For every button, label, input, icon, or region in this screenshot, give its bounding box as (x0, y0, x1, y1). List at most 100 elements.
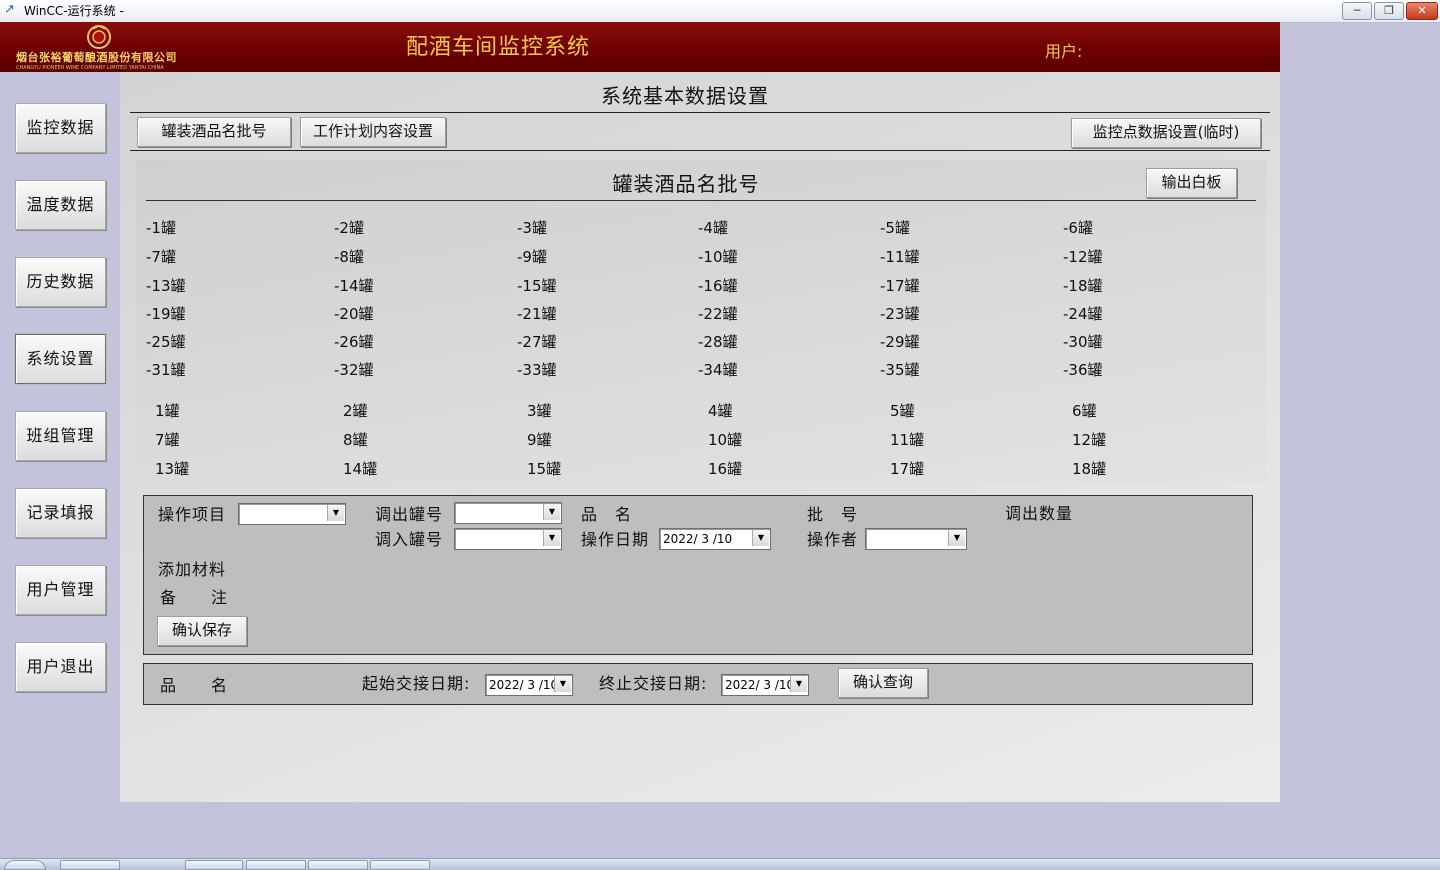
tank-label: 15罐 (527, 460, 562, 478)
section-title: 罐装酒品名批号 (612, 172, 760, 196)
tank-label: -25罐 (146, 333, 186, 351)
divider (130, 150, 1270, 151)
tank-label: -29罐 (880, 333, 920, 351)
chevron-down-icon[interactable]: ▼ (327, 505, 344, 521)
confirm-query-button[interactable]: 确认查询 (838, 668, 928, 698)
export-whiteboard-button[interactable]: 输出白板 (1146, 168, 1237, 198)
op-item-select[interactable]: ▼ (238, 503, 346, 525)
tank-label: -4罐 (698, 219, 728, 237)
chevron-down-icon[interactable]: ▼ (543, 530, 560, 546)
tank-label: -34罐 (698, 361, 738, 379)
op-date-picker[interactable]: 2022/ 3 /10 ▼ (659, 528, 771, 550)
taskbar-item[interactable] (185, 860, 243, 870)
tank-label: -11罐 (880, 248, 920, 266)
nav-record-entry-button[interactable]: 记录填报 (15, 488, 106, 538)
out-tank-select[interactable]: ▼ (454, 502, 562, 524)
tank-label: 11罐 (890, 431, 925, 449)
tank-label: -16罐 (698, 277, 738, 295)
tank-label: 17罐 (890, 460, 925, 478)
tank-label: -15罐 (517, 277, 557, 295)
nav-monitor-data-button[interactable]: 监控数据 (15, 103, 106, 153)
tank-label: -14罐 (334, 277, 374, 295)
restore-button[interactable]: ❐ (1374, 2, 1404, 20)
tank-label: -10罐 (698, 248, 738, 266)
chevron-down-icon[interactable]: ▼ (948, 530, 965, 546)
nav-user-logout-button[interactable]: 用户退出 (15, 642, 106, 692)
nav-system-settings-button[interactable]: 系统设置 (15, 334, 106, 384)
tank-label: -32罐 (334, 361, 374, 379)
product-name-label: 品 名 (581, 505, 633, 524)
tank-label: -1罐 (146, 219, 176, 237)
start-orb-icon[interactable] (4, 860, 46, 870)
query-panel: 品 名 起始交接日期: 2022/ 3 /10 ▼ 终止交接日期: 2022/ … (143, 663, 1253, 705)
window-titlebar: ↗ WinCC-运行系统 - ─ ❐ ✕ (0, 0, 1440, 23)
tank-label: 9罐 (527, 431, 552, 449)
company-logo: 烟台张裕葡萄酿酒股份有限公司 CHANGYU PIONEER WINE COMP… (14, 24, 180, 71)
nav-team-management-button[interactable]: 班组管理 (15, 411, 106, 461)
nav-user-management-button[interactable]: 用户管理 (15, 565, 106, 615)
tab-bottled-wine-batch[interactable]: 罐装酒品名批号 (137, 117, 291, 147)
tank-label: 4罐 (708, 402, 733, 420)
op-item-label: 操作项目 (158, 505, 227, 524)
in-tank-label: 调入罐号 (375, 530, 444, 549)
tank-label: -19罐 (146, 305, 186, 323)
tank-label: -3罐 (517, 219, 547, 237)
out-quantity-label: 调出数量 (1005, 504, 1074, 523)
start-date-label: 起始交接日期: (362, 674, 471, 693)
minimize-button[interactable]: ─ (1342, 2, 1372, 20)
window-title: WinCC-运行系统 - (24, 4, 124, 18)
batch-number-label: 批 号 (807, 505, 859, 524)
company-name: 烟台张裕葡萄酿酒股份有限公司 (16, 51, 177, 64)
op-date-value: 2022/ 3 /10 (663, 532, 733, 546)
start-date-picker[interactable]: 2022/ 3 /10 ▼ (485, 674, 573, 696)
tab-work-plan-settings[interactable]: 工作计划内容设置 (300, 117, 446, 147)
taskbar-item[interactable] (370, 860, 430, 870)
tank-label: -7罐 (146, 248, 176, 266)
tank-label: -31罐 (146, 361, 186, 379)
nav-temperature-data-button[interactable]: 温度数据 (15, 180, 106, 230)
taskbar-item[interactable] (308, 860, 368, 870)
end-date-label: 终止交接日期: (599, 674, 708, 693)
app-title: 配酒车间监控系统 (406, 35, 591, 60)
tank-label: -28罐 (698, 333, 738, 351)
tank-label: -6罐 (1063, 219, 1093, 237)
operator-label: 操作者 (807, 530, 859, 549)
close-button[interactable]: ✕ (1406, 2, 1438, 20)
end-date-picker[interactable]: 2022/ 3 /10 ▼ (721, 674, 809, 696)
company-emblem-icon (87, 25, 111, 49)
chevron-down-icon[interactable]: ▼ (554, 676, 571, 692)
taskbar-item[interactable] (60, 860, 120, 870)
tank-label: 14罐 (343, 460, 378, 478)
chevron-down-icon[interactable]: ▼ (790, 676, 807, 692)
tank-label: -36罐 (1063, 361, 1103, 379)
monitor-point-settings-button[interactable]: 监控点数据设置(临时) (1071, 118, 1261, 148)
end-date-value: 2022/ 3 /10 (725, 678, 795, 692)
tank-label: 13罐 (155, 460, 190, 478)
out-tank-label: 调出罐号 (375, 505, 444, 524)
chevron-down-icon[interactable]: ▼ (752, 530, 769, 546)
tank-label: -5罐 (880, 219, 910, 237)
tank-label: -27罐 (517, 333, 557, 351)
tank-label: -24罐 (1063, 305, 1103, 323)
added-material-label: 添加材料 (158, 560, 227, 579)
tank-label: -33罐 (517, 361, 557, 379)
confirm-save-button[interactable]: 确认保存 (157, 616, 247, 646)
user-label: 用户: (1045, 42, 1083, 61)
tank-label: -8罐 (334, 248, 364, 266)
start-date-value: 2022/ 3 /10 (489, 678, 559, 692)
remark-label: 备 注 (160, 588, 229, 607)
tank-label: 12罐 (1072, 431, 1107, 449)
tank-label: -2罐 (334, 219, 364, 237)
tank-label: 6罐 (1072, 402, 1097, 420)
tank-label: 3罐 (527, 402, 552, 420)
tank-label: -18罐 (1063, 277, 1103, 295)
chevron-down-icon[interactable]: ▼ (543, 504, 560, 520)
taskbar-item[interactable] (246, 860, 306, 870)
tank-label: 5罐 (890, 402, 915, 420)
in-tank-select[interactable]: ▼ (454, 528, 562, 550)
page-title: 系统基本数据设置 (601, 84, 769, 108)
nav-history-data-button[interactable]: 历史数据 (15, 257, 106, 307)
company-name-en: CHANGYU PIONEER WINE COMPANY LIMITED YAN… (16, 65, 164, 71)
operator-select[interactable]: ▼ (865, 528, 967, 550)
bottled-wine-section: 罐装酒品名批号 输出白板 -1罐 -2罐 -3罐 -4罐 -5罐 -6罐 -7罐… (136, 160, 1266, 483)
